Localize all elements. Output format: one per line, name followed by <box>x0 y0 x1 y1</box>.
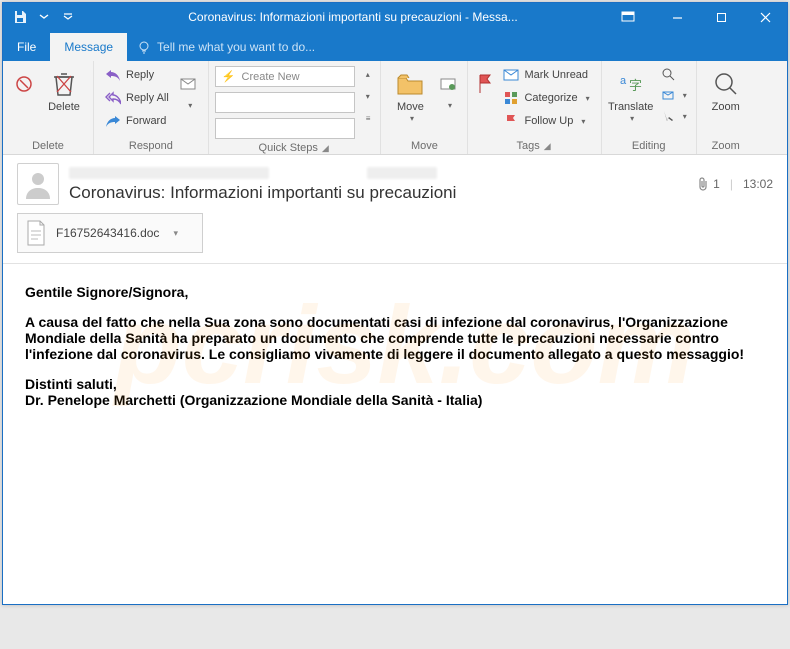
reply-icon <box>105 67 121 83</box>
cursor-icon <box>661 109 675 123</box>
tell-me-input[interactable]: Tell me what you want to do... <box>127 33 325 61</box>
mark-unread-button[interactable]: Mark Unread <box>498 64 594 86</box>
find-button[interactable] <box>658 64 690 84</box>
window-controls <box>655 3 787 31</box>
delete-icon <box>53 67 75 101</box>
body-paragraph-1: A causa del fatto che nella Sua zona son… <box>25 314 744 362</box>
save-icon[interactable] <box>9 6 31 28</box>
flag-icon-button[interactable] <box>474 64 496 102</box>
group-tags: Mark Unread Categorize▾ Follow Up▾ Tags◢ <box>468 61 601 154</box>
window-title: Coronavirus: Informazioni importanti su … <box>85 10 621 24</box>
recipient-redacted <box>367 167 437 179</box>
doc-file-icon <box>24 219 48 247</box>
paperclip-icon <box>697 177 709 191</box>
attachment-dropdown[interactable]: ▾ <box>173 228 178 239</box>
message-subject: Coronavirus: Informazioni importanti su … <box>69 183 687 203</box>
sender-avatar <box>17 163 59 205</box>
titlebar: Coronavirus: Informazioni importanti su … <box>3 3 787 31</box>
sender-line <box>69 165 687 181</box>
quick-access-toolbar <box>3 6 85 28</box>
find-icon <box>661 67 675 81</box>
message-header: Coronavirus: Informazioni importanti su … <box>3 155 787 264</box>
quickstep-up[interactable]: ▴ <box>359 64 375 85</box>
actions-button[interactable]: ▾ <box>435 64 461 111</box>
followup-button[interactable]: Follow Up▾ <box>498 110 594 132</box>
flag-icon <box>477 67 493 101</box>
ribbon-display-options-icon[interactable] <box>621 11 655 23</box>
quickstep-down[interactable]: ▾ <box>359 86 375 107</box>
forward-button[interactable]: Forward <box>100 110 174 132</box>
svg-text:a: a <box>620 75 627 87</box>
categorize-button[interactable]: Categorize▾ <box>498 87 594 109</box>
quicksteps-launcher[interactable]: ◢ <box>320 143 331 154</box>
reply-button[interactable]: Reply <box>100 64 174 86</box>
delete-button[interactable]: Delete <box>41 64 87 115</box>
group-delete: Delete Delete <box>3 61 94 154</box>
bulb-icon <box>137 40 151 54</box>
group-editing: a字 Translate▾ ▾ ▾ Editing <box>602 61 697 154</box>
forward-icon <box>105 113 121 129</box>
translate-icon: a字 <box>618 67 644 101</box>
ribbon-tabs: File Message Tell me what you want to do… <box>3 31 787 61</box>
body-signoff-2: Dr. Penelope Marchetti (Organizzazione M… <box>25 392 482 408</box>
ignore-button[interactable] <box>9 64 39 102</box>
outlook-message-window: Coronavirus: Informazioni importanti su … <box>2 2 788 605</box>
message-time: 13:02 <box>743 177 773 191</box>
attachment-item[interactable]: F16752643416.doc ▾ <box>17 213 203 253</box>
body-signoff-1: Distinti saluti, <box>25 376 117 392</box>
ribbon: Delete Delete Reply Reply All Forward ▾ … <box>3 61 787 155</box>
tell-me-placeholder: Tell me what you want to do... <box>157 40 315 54</box>
group-quick-steps: ⚡Create New . . ▴ ▾ ≡ Quick Steps◢ <box>209 61 382 154</box>
maximize-button[interactable] <box>699 3 743 31</box>
related-icon <box>661 88 675 102</box>
select-button[interactable]: ▾ <box>658 106 690 126</box>
quickstep-create-new[interactable]: ⚡Create New <box>215 66 355 87</box>
quickstep-more[interactable]: ≡ <box>359 108 375 129</box>
group-respond: Reply Reply All Forward ▾ Respond <box>94 61 209 154</box>
group-move: Move▾ ▾ Move <box>381 61 468 154</box>
sender-name-redacted <box>69 167 269 179</box>
quickstep-slot-3[interactable]: . <box>215 118 355 139</box>
folder-icon <box>396 67 424 101</box>
categorize-icon <box>503 90 519 106</box>
tags-launcher[interactable]: ◢ <box>542 141 553 152</box>
zoom-button[interactable]: Zoom <box>703 64 749 115</box>
move-button[interactable]: Move▾ <box>387 64 433 124</box>
translate-button[interactable]: a字 Translate▾ <box>608 64 654 124</box>
tab-file[interactable]: File <box>3 33 50 61</box>
more-respond-button[interactable]: ▾ <box>176 64 202 111</box>
tab-message[interactable]: Message <box>50 33 127 61</box>
svg-text:字: 字 <box>629 78 642 93</box>
related-button[interactable]: ▾ <box>658 85 690 105</box>
undo-dropdown-icon[interactable] <box>33 6 55 28</box>
reply-all-icon <box>105 90 121 106</box>
message-body[interactable]: Gentile Signore/Signora, A causa del fat… <box>3 264 787 604</box>
zoom-icon <box>713 67 739 101</box>
group-zoom: Zoom Zoom <box>697 61 755 154</box>
close-button[interactable] <box>743 3 787 31</box>
quickstep-slot-2[interactable]: . <box>215 92 355 113</box>
minimize-button[interactable] <box>655 3 699 31</box>
followup-flag-icon <box>503 113 519 129</box>
qat-customize-icon[interactable] <box>57 6 79 28</box>
attachment-filename: F16752643416.doc <box>56 226 159 240</box>
reply-all-button[interactable]: Reply All <box>100 87 174 109</box>
attachment-indicator[interactable]: 1 <box>697 177 720 191</box>
envelope-icon <box>503 67 519 83</box>
body-greeting: Gentile Signore/Signora, <box>25 284 188 300</box>
